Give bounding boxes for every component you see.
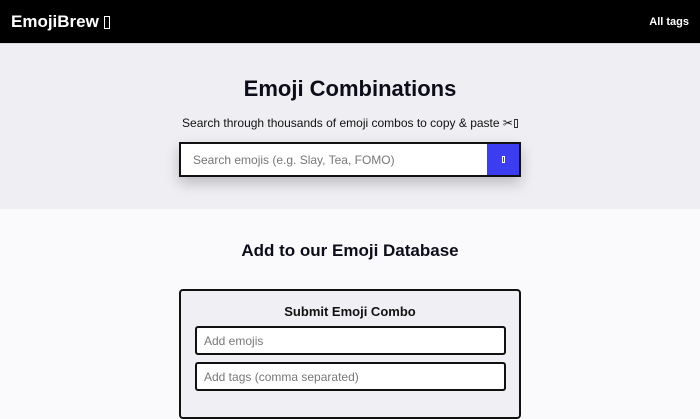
brand-logo-link[interactable]: EmojiBrew <box>11 12 110 32</box>
brand-name: EmojiBrew <box>11 11 99 31</box>
search-input[interactable] <box>179 142 487 177</box>
submit-combo-form: Submit Emoji Combo <box>179 289 521 419</box>
search-icon <box>501 156 505 163</box>
hero-subtitle-text: Search through thousands of emoji combos… <box>182 116 513 130</box>
tags-input[interactable] <box>195 362 506 391</box>
submit-section-title: Add to our Emoji Database <box>241 241 459 260</box>
hero-section: Emoji Combinations Search through thousa… <box>0 43 700 209</box>
search-button[interactable] <box>487 142 521 177</box>
hero-subtitle: Search through thousands of emoji combos… <box>0 116 700 130</box>
emoji-input[interactable] <box>195 326 506 355</box>
missing-glyph-icon <box>103 15 110 29</box>
form-title: Submit Emoji Combo <box>284 304 416 319</box>
missing-glyph-icon <box>513 119 518 128</box>
top-navbar: EmojiBrew All tags <box>0 0 700 43</box>
search-bar <box>179 142 521 177</box>
page-title: Emoji Combinations <box>243 76 457 101</box>
all-tags-link[interactable]: All tags <box>649 16 689 28</box>
